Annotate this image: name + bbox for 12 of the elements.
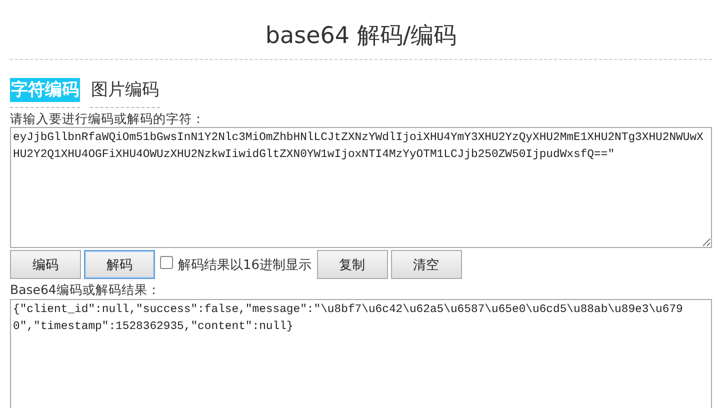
button[interactable]: 清空 [390, 250, 462, 279]
input-field[interactable]: eyJjbGllbnRfaWQiOm51bGwsInN1Y2Nlc3MiOmZhbHNlLCJtZXNzYWdlIjoiXHU4YmY3XHU2YzQyXHU2MmE1XHU2NTg3XHU2NWUwXHU2Y2Q1XHU4OGFiXHU4OWUzXHU2NzkwIiwidGltZXN0YW1wIjoxNTI4MzYyOTM1LCJjb250ZW50IjpudWxsfQ==" [10, 127, 712, 248]
checkbox-label: 解码结果以16进制显示 [178, 256, 312, 274]
tab[interactable]: 图片编码 [90, 78, 160, 108]
page-title: base64 解码/编码 [10, 0, 712, 60]
output-label: Base64编码或解码结果： [10, 281, 162, 298]
button[interactable]: 解码 [84, 250, 155, 279]
button[interactable]: 编码 [10, 250, 81, 279]
input-label: 请输入要进行编码或解码的字符： [10, 110, 206, 127]
output-field[interactable]: {"client_id":null,"success":false,"message":"\u8bf7\u6c42\u62a5\u6587\u65e0\u6cd5\u88ab\u89e3\u6790","timestamp":1528362935,"content":null} [10, 299, 712, 408]
checkbox[interactable] [160, 256, 173, 269]
button[interactable]: 复制 [316, 250, 388, 279]
